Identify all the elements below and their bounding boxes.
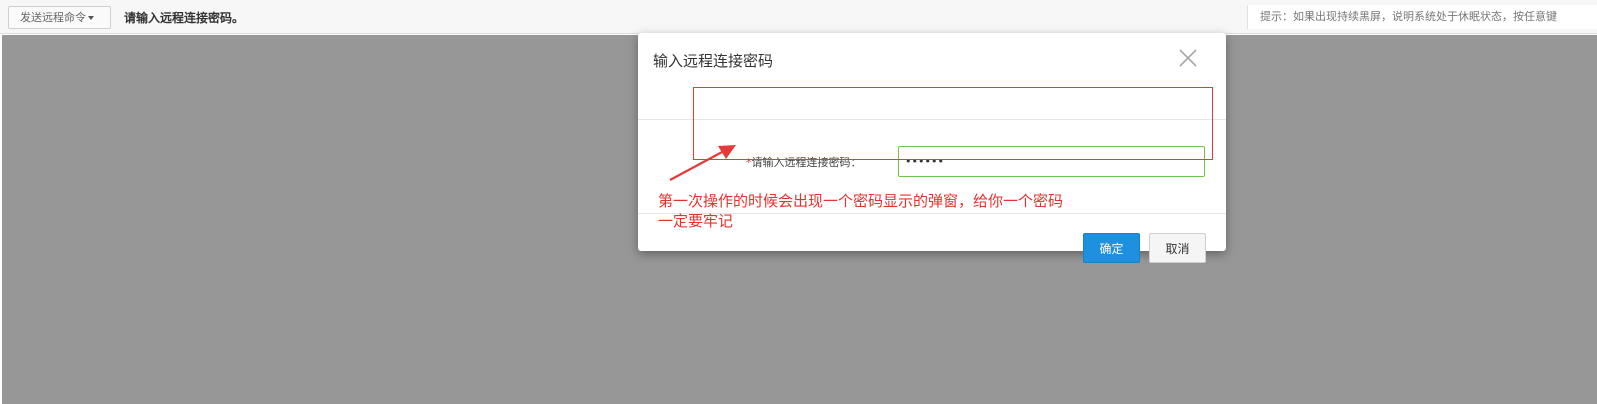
- password-field-label-text: 请输入远程连接密码：: [751, 156, 862, 169]
- cancel-button[interactable]: 取消: [1149, 233, 1206, 263]
- annotation-arrow-icon: [669, 145, 736, 181]
- dialog-divider: [638, 119, 1226, 120]
- dialog-title: 输入远程连接密码: [653, 52, 774, 70]
- annotation-line-1: 第一次操作的时候会出现一个密码显示的弹窗，给你一个密码: [658, 192, 1064, 210]
- send-remote-command-label: 发送远程命令: [20, 11, 86, 24]
- password-input[interactable]: [898, 146, 1205, 177]
- close-icon[interactable]: [1177, 47, 1199, 69]
- remote-desktop-window: 发送远程命令 请输入远程连接密码。 提示：如果出现持续黑屏，说明系统处于休眠状态…: [0, 0, 1597, 404]
- hint-text: 提示：如果出现持续黑屏，说明系统处于休眠状态，按任意键: [1247, 5, 1597, 29]
- top-toolbar: 发送远程命令 请输入远程连接密码。 提示：如果出现持续黑屏，说明系统处于休眠状态…: [0, 0, 1597, 34]
- send-remote-command-dropdown[interactable]: 发送远程命令: [8, 6, 111, 29]
- caret-down-icon: [88, 16, 94, 20]
- password-field-label: *请输入远程连接密码：: [746, 154, 862, 170]
- annotation-line-2: 一定要牢记: [658, 212, 734, 230]
- annotation-note: 第一次操作的时候会出现一个密码显示的弹窗，给你一个密码 一定要牢记: [658, 191, 1088, 231]
- ok-button[interactable]: 确定: [1083, 233, 1140, 263]
- status-message: 请输入远程连接密码。: [124, 11, 245, 25]
